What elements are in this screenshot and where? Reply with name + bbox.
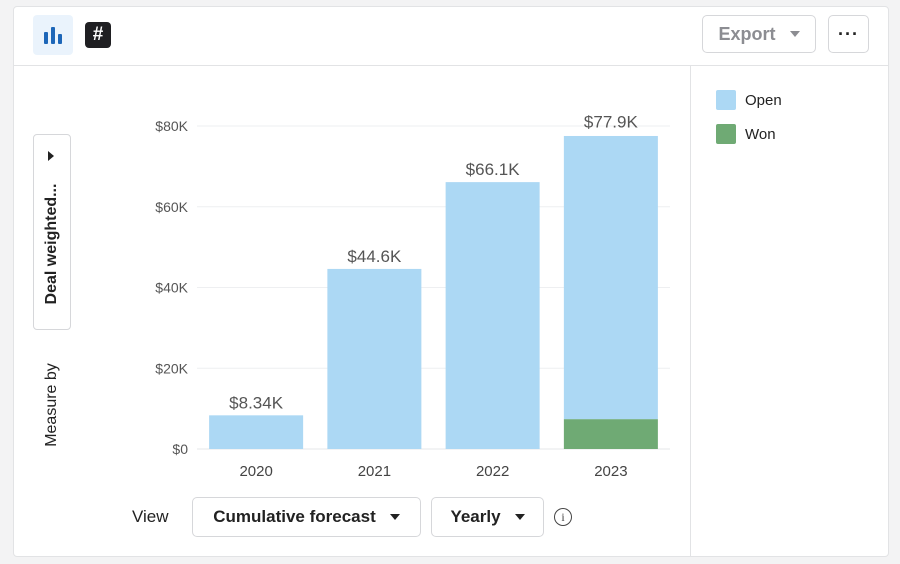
bar-open-2023 <box>563 135 658 420</box>
data-label: $66.1K <box>466 160 521 179</box>
x-tick-label: 2021 <box>358 463 391 480</box>
legend-item-open[interactable]: Open <box>716 90 782 110</box>
chevron-down-icon <box>514 514 525 520</box>
view-label: View <box>132 507 169 526</box>
legend-swatch-won <box>716 124 736 144</box>
legend-item-won[interactable]: Won <box>716 124 776 144</box>
more-icon: ··· <box>838 23 859 44</box>
bar-won-2023 <box>563 419 658 449</box>
x-tick-label: 2023 <box>594 463 627 480</box>
y-tick-label: $0 <box>172 441 188 457</box>
bar-open-2022 <box>445 182 540 449</box>
x-tick-label: 2022 <box>476 463 509 480</box>
period-value: Yearly <box>450 507 501 526</box>
chevron-down-icon <box>389 514 400 520</box>
y-tick-label: $40K <box>155 280 188 296</box>
y-tick-label: $60K <box>155 199 188 215</box>
info-icon[interactable]: i <box>554 508 572 526</box>
bar-open-2020 <box>209 415 304 449</box>
y-tick-label: $80K <box>155 118 188 134</box>
export-button[interactable]: Export <box>702 15 816 53</box>
more-options-button[interactable]: ··· <box>828 15 869 53</box>
data-label: $44.6K <box>347 247 402 266</box>
bar-open-2021 <box>327 268 422 449</box>
forecast-card: # Export ··· Open Won Deal weighted... M… <box>13 6 889 557</box>
view-dropdown[interactable]: Cumulative forecast <box>192 497 421 537</box>
period-dropdown[interactable]: Yearly <box>431 497 544 537</box>
legend-swatch-open <box>716 90 736 110</box>
data-label: $8.34K <box>229 393 284 412</box>
legend-label-won: Won <box>745 125 776 143</box>
export-label: Export <box>718 23 776 44</box>
chevron-down-icon <box>789 31 800 37</box>
view-value: Cumulative forecast <box>213 507 376 526</box>
data-label: $77.9K <box>584 112 639 131</box>
legend-panel: Open Won <box>690 66 889 556</box>
bar-chart: $0 $20K $40K $60K $80K $8.34K 2020 $44.6K 2021 $6… <box>155 112 670 480</box>
legend-label-open: Open <box>745 91 782 109</box>
x-tick-label: 2020 <box>239 463 272 480</box>
y-tick-label: $20K <box>155 360 188 376</box>
